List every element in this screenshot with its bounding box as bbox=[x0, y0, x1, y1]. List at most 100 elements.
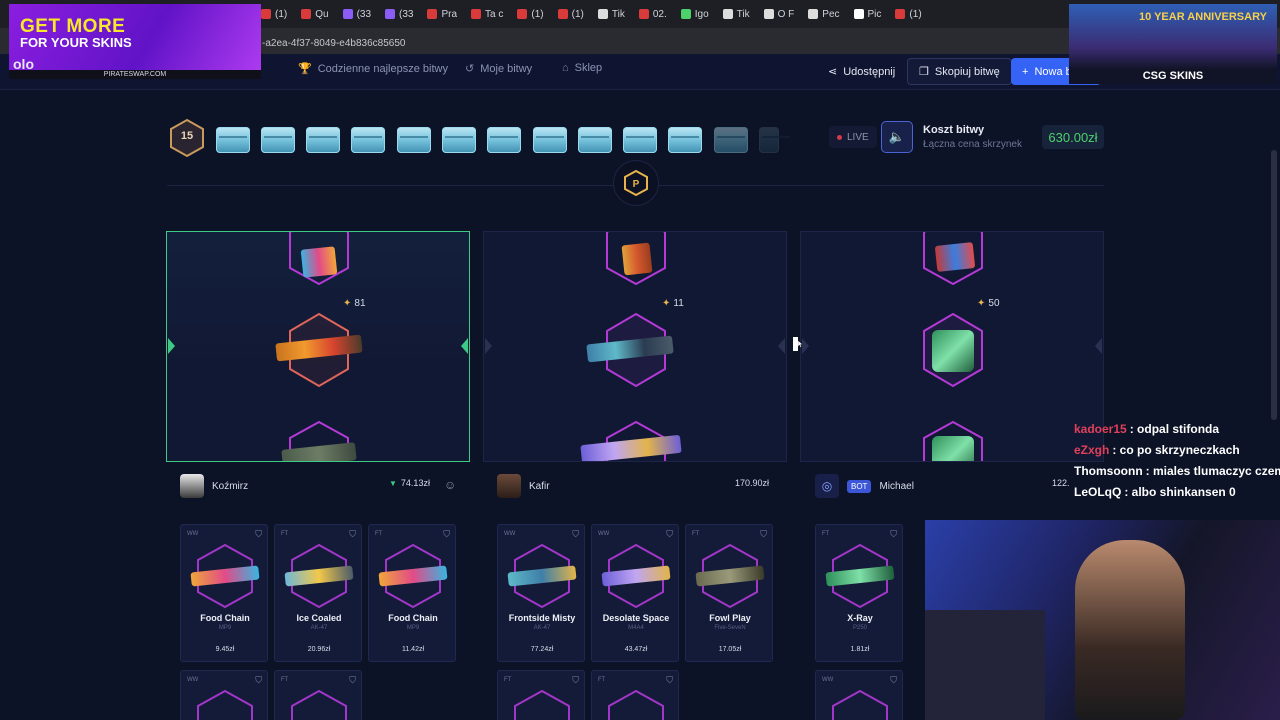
share-icon: ⋖ bbox=[828, 66, 838, 78]
browser-tab[interactable]: Pec bbox=[802, 3, 845, 25]
drop-card[interactable]: FT ⛉ Food Chain MP9 11.42zł bbox=[368, 524, 456, 662]
live-indicator: LIVE bbox=[829, 126, 877, 148]
browser-tab[interactable]: Pic bbox=[848, 3, 888, 25]
browser-tab[interactable]: Qu bbox=[295, 3, 334, 25]
player-total-value: 170.90zł bbox=[735, 478, 770, 488]
logo-icon: P bbox=[624, 169, 648, 197]
webcam-feed bbox=[925, 520, 1280, 720]
drop-card[interactable]: WW ⛉ Desolate Space M4A4 43.47zł bbox=[591, 524, 679, 662]
case-icon bbox=[397, 127, 431, 153]
slot-item bbox=[920, 232, 986, 286]
skin-image bbox=[190, 543, 260, 609]
drop-card[interactable]: FT ⛉ bbox=[274, 670, 362, 720]
browser-tab[interactable]: (33 bbox=[337, 3, 377, 25]
browser-tab[interactable]: (1) bbox=[889, 3, 927, 25]
browser-tab[interactable]: (1) bbox=[552, 3, 590, 25]
slot-panel-3: ✦ 50 bbox=[800, 231, 1104, 462]
browser-tab[interactable]: (33 bbox=[379, 3, 419, 25]
bot-avatar: ◎ bbox=[815, 474, 839, 498]
drop-card[interactable]: WW ⛉ bbox=[815, 670, 903, 720]
avatar bbox=[180, 474, 204, 498]
slot-item-center bbox=[275, 312, 363, 388]
shield-icon: ⛉ bbox=[255, 529, 262, 539]
tab-favicon-icon bbox=[471, 9, 482, 19]
skin-name: Ice Coaled bbox=[296, 613, 342, 623]
slot-score: ✦ 81 bbox=[343, 298, 366, 309]
drop-card[interactable]: FT ⛉ Ice Coaled AK-47 20.96zł bbox=[274, 524, 362, 662]
drop-card[interactable]: FT ⛉ Fowl Play Five-SeveN 17.05zł bbox=[685, 524, 773, 662]
player-row-3[interactable]: ◎ BOT Michael bbox=[815, 473, 914, 499]
skin-price: 43.47zł bbox=[624, 646, 648, 653]
browser-tab[interactable]: Igo bbox=[675, 3, 715, 25]
skin-name: Food Chain bbox=[388, 613, 438, 623]
player-row-2[interactable]: Kafir bbox=[497, 473, 550, 499]
arrow-right-icon bbox=[461, 338, 468, 354]
round-number: 15 bbox=[180, 130, 194, 142]
promo-banner: GET MORE FOR YOUR SKINS olo PIRATESWAP.C… bbox=[9, 4, 261, 79]
wear-label: WW bbox=[504, 531, 516, 537]
nav-my-battles[interactable]: ↺ Moje bitwy bbox=[465, 62, 532, 76]
case-icon bbox=[442, 127, 476, 153]
shield-icon: ⛉ bbox=[572, 675, 579, 685]
slot-score-value: 81 bbox=[354, 298, 366, 309]
share-button[interactable]: ⋖ Udostępnij bbox=[817, 58, 906, 85]
tab-label: (1) bbox=[909, 8, 922, 20]
nav-shop[interactable]: ⌂ Sklep bbox=[562, 62, 602, 74]
tab-favicon-icon bbox=[853, 9, 864, 19]
wear-label: FT bbox=[281, 531, 289, 537]
promo-site: PIRATESWAP.COM bbox=[9, 70, 261, 79]
chat-text: : odpal stifonda bbox=[1129, 421, 1220, 436]
drop-card[interactable]: WW ⛉ Frontside Misty AK-47 77.24zł bbox=[497, 524, 585, 662]
drop-card[interactable]: WW ⛉ bbox=[180, 670, 268, 720]
emoji-icon[interactable]: ☺ bbox=[444, 478, 456, 492]
skin-price: 17.05zł bbox=[718, 646, 742, 653]
wear-label: FT bbox=[822, 531, 830, 537]
nav-daily-best-battles[interactable]: 🏆 Codzienne najlepsze bitwy bbox=[298, 62, 448, 76]
case-icon bbox=[261, 127, 295, 153]
player-row-1[interactable]: Koźmirz bbox=[180, 473, 248, 499]
chat-username: kadoer15 bbox=[1074, 421, 1127, 436]
copy-battle-button[interactable]: ❐ Skopiuj bitwę bbox=[907, 58, 1012, 85]
skin-image bbox=[284, 543, 354, 609]
browser-tab[interactable]: 02. bbox=[633, 3, 673, 25]
player-total: 122. bbox=[1052, 478, 1070, 488]
skin-name: Frontside Misty bbox=[508, 613, 576, 623]
tab-label: (1) bbox=[531, 8, 544, 20]
skin-image bbox=[507, 543, 577, 609]
tab-favicon-icon bbox=[680, 9, 691, 19]
wear-label: FT bbox=[692, 531, 700, 537]
wear-label: FT bbox=[504, 677, 512, 683]
browser-tab[interactable]: Pra bbox=[421, 3, 463, 25]
drop-card[interactable]: FT ⛉ bbox=[497, 670, 585, 720]
drop-card[interactable]: FT ⛉ bbox=[591, 670, 679, 720]
target-icon: ◎ bbox=[821, 479, 833, 493]
page-scrollbar[interactable] bbox=[1271, 150, 1277, 420]
slot-item bbox=[286, 232, 352, 286]
url-text[interactable]: -a2ea-4f37-8049-e4b836c85650 bbox=[262, 38, 405, 49]
tab-label: (33 bbox=[399, 8, 414, 20]
slot-item bbox=[603, 232, 669, 286]
browser-tab[interactable]: Tik bbox=[717, 3, 756, 25]
shield-icon: ⛉ bbox=[255, 675, 262, 685]
browser-tab[interactable]: Tik bbox=[592, 3, 631, 25]
tab-favicon-icon bbox=[261, 9, 271, 19]
case-icon bbox=[668, 127, 702, 153]
player-total: 170.90zł bbox=[735, 478, 769, 488]
triangle-down-icon: ▼ bbox=[389, 478, 397, 488]
drop-card[interactable]: WW ⛉ Food Chain MP9 9.45zł bbox=[180, 524, 268, 662]
wear-label: FT bbox=[281, 677, 289, 683]
drop-card[interactable]: FT ⛉ X-Ray P250 1.81zł bbox=[815, 524, 903, 662]
browser-tab[interactable]: Ta c bbox=[465, 3, 509, 25]
skin-image bbox=[289, 689, 349, 720]
weapon-name: AK-47 bbox=[310, 625, 328, 631]
browser-tab[interactable]: (1) bbox=[511, 3, 549, 25]
arrow-right-icon bbox=[778, 338, 785, 354]
player-total-value: 122. bbox=[1052, 478, 1070, 488]
browser-tab[interactable]: O F bbox=[758, 3, 801, 25]
speaker-icon: 🔈 bbox=[888, 129, 906, 144]
tab-favicon-icon bbox=[895, 9, 906, 19]
shield-icon: ⛉ bbox=[666, 529, 673, 539]
promo-subheadline: FOR YOUR SKINS bbox=[20, 35, 132, 50]
sound-toggle-button[interactable]: 🔈 bbox=[881, 121, 913, 153]
chat-text: : co po skrzyneczkach bbox=[1112, 442, 1240, 457]
